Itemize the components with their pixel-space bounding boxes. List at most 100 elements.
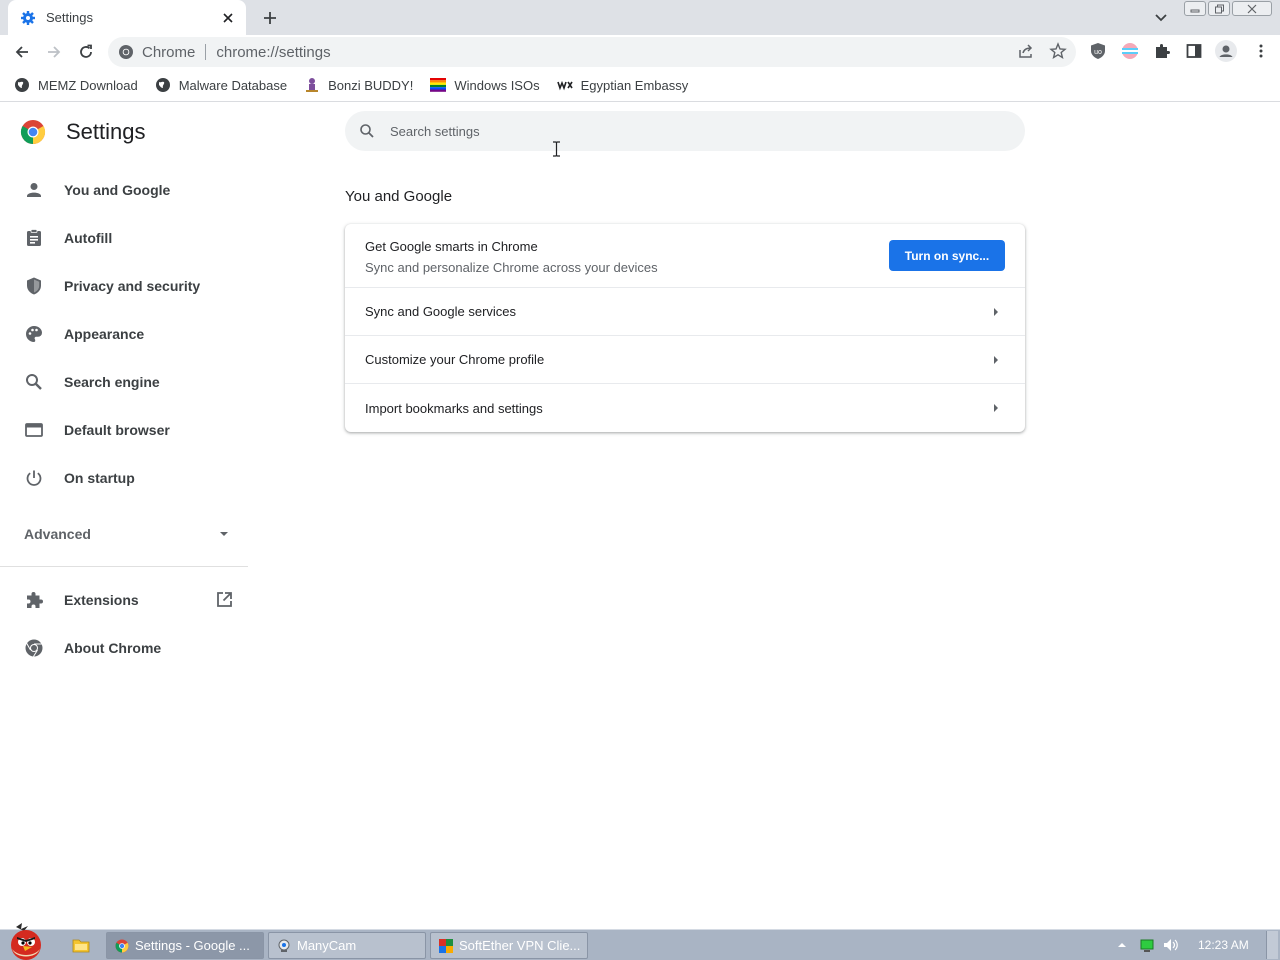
close-tab-icon[interactable]	[220, 10, 236, 26]
taskbar: Settings - Google ... ManyCam SoftEther …	[0, 923, 1280, 960]
bookmark-label: Windows ISOs	[454, 77, 540, 93]
taskbar-clock[interactable]: 12:23 AM	[1198, 938, 1249, 952]
sidebar-item-appearance[interactable]: Appearance	[0, 310, 250, 358]
tab-title: Settings	[46, 10, 93, 25]
side-panel-icon[interactable]	[1185, 42, 1203, 60]
omnibox-divider	[205, 44, 207, 60]
sidebar-item-label: Search engine	[64, 374, 160, 390]
sidebar-item-about-chrome[interactable]: About Chrome	[0, 624, 250, 672]
customize-profile-row[interactable]: Customize your Chrome profile	[345, 336, 1025, 384]
window-controls	[1184, 1, 1272, 17]
tab-settings[interactable]: Settings	[8, 0, 246, 35]
sidebar-item-search-engine[interactable]: Search engine	[0, 358, 250, 406]
sidebar-item-label: Privacy and security	[64, 278, 201, 294]
page-title: Settings	[66, 119, 146, 144]
back-arrow-icon[interactable]	[12, 42, 32, 62]
pride-extension-icon[interactable]	[1121, 42, 1139, 60]
search-icon	[24, 372, 44, 392]
row-label: Sync and Google services	[365, 304, 517, 319]
sidebar-item-label: Autofill	[64, 230, 113, 246]
sidebar-item-label: Default browser	[64, 422, 170, 438]
browser-window-icon	[24, 420, 44, 440]
arrow-right-icon	[993, 356, 999, 364]
sidebar-item-extensions[interactable]: Extensions	[0, 576, 250, 624]
share-icon[interactable]	[1017, 42, 1035, 60]
search-settings[interactable]	[345, 111, 1025, 151]
svg-text:uo: uo	[1094, 49, 1102, 56]
bookmark-item[interactable]: Malware Database	[155, 77, 287, 93]
bookmark-star-icon[interactable]	[1049, 42, 1067, 60]
row-label: Customize your Chrome profile	[365, 352, 545, 367]
text-cursor-icon	[552, 141, 561, 157]
sidebar-item-autofill[interactable]: Autofill	[0, 214, 250, 262]
globe-icon	[155, 77, 171, 93]
menu-kebab-icon[interactable]	[1252, 42, 1270, 60]
volume-icon[interactable]	[1162, 937, 1180, 953]
chrome-icon	[115, 939, 129, 953]
wix-logo-icon	[556, 77, 573, 93]
webcam-icon	[277, 939, 291, 953]
search-input[interactable]	[390, 123, 990, 139]
settings-sidebar: You and Google Autofill Privacy and secu…	[0, 166, 250, 672]
settings-page: Settings You and Google Autofill Priv	[0, 103, 1280, 929]
tab-strip: Settings	[0, 0, 1280, 35]
bookmark-item[interactable]: Egyptian Embassy	[556, 77, 689, 93]
bonzi-buddy-icon	[304, 77, 320, 93]
restore-button[interactable]	[1208, 1, 1230, 16]
tab-search-chevron-down-icon[interactable]	[1152, 9, 1170, 27]
bookmark-label: Egyptian Embassy	[580, 77, 689, 93]
sidebar-item-you-and-google[interactable]: You and Google	[0, 166, 250, 214]
minimize-button[interactable]	[1184, 1, 1206, 16]
taskbar-item-manycam[interactable]: ManyCam	[268, 932, 426, 959]
taskbar-item-label: ManyCam	[297, 938, 357, 953]
sidebar-item-label: Appearance	[64, 326, 145, 342]
close-window-button[interactable]	[1232, 1, 1272, 16]
start-button-angry-bird-icon[interactable]	[2, 921, 50, 960]
network-icon[interactable]	[1140, 937, 1154, 953]
taskbar-item-softether-vpn[interactable]: SoftEther VPN Clie...	[430, 932, 588, 959]
you-and-google-card: Get Google smarts in Chrome Sync and per…	[345, 224, 1025, 432]
puzzle-icon[interactable]	[1153, 42, 1171, 60]
turn-on-sync-button[interactable]: Turn on sync...	[889, 240, 1005, 271]
person-icon	[24, 180, 44, 200]
sidebar-item-on-startup[interactable]: On startup	[0, 454, 250, 502]
bookmark-item[interactable]: Windows ISOs	[430, 77, 540, 93]
url-text[interactable]: chrome://settings	[216, 44, 330, 61]
arrow-right-icon	[993, 404, 999, 412]
globe-icon	[14, 77, 30, 93]
folder-icon[interactable]	[72, 937, 90, 953]
shield-icon	[24, 276, 44, 296]
advanced-toggle[interactable]: Advanced	[0, 510, 250, 558]
bookmarks-bar: MEMZ Download Malware Database Bonzi BUD…	[0, 69, 1280, 102]
reload-icon[interactable]	[76, 42, 96, 62]
profile-avatar-icon[interactable]	[1215, 40, 1237, 62]
section-title: You and Google	[345, 188, 453, 205]
bookmark-label: MEMZ Download	[38, 77, 138, 93]
taskbar-item-label: Settings - Google ...	[135, 938, 250, 953]
sidebar-item-label: On startup	[64, 470, 135, 486]
bookmark-item[interactable]: Bonzi BUDDY!	[304, 77, 413, 93]
puzzle-icon	[24, 590, 44, 610]
sidebar-item-privacy-and-security[interactable]: Privacy and security	[0, 262, 250, 310]
sidebar-item-default-browser[interactable]: Default browser	[0, 406, 250, 454]
show-desktop-button[interactable]	[1266, 931, 1278, 959]
import-bookmarks-row[interactable]: Import bookmarks and settings	[345, 384, 1025, 432]
tray-expand-icon[interactable]	[1117, 937, 1127, 953]
open-in-new-icon[interactable]	[214, 590, 234, 610]
bookmark-label: Malware Database	[178, 77, 288, 93]
ublock-origin-icon[interactable]: uo	[1089, 42, 1107, 60]
bookmark-item[interactable]: MEMZ Download	[14, 77, 138, 93]
sidebar-item-label: Extensions	[64, 592, 139, 608]
forward-arrow-icon[interactable]	[44, 42, 64, 62]
settings-header: Settings	[20, 119, 146, 145]
taskbar-item-chrome[interactable]: Settings - Google ...	[106, 932, 264, 959]
sidebar-divider	[0, 566, 248, 567]
sync-and-google-services-row[interactable]: Sync and Google services	[345, 288, 1025, 336]
gear-icon	[20, 10, 36, 26]
new-tab-button[interactable]	[260, 8, 280, 28]
row-label: Import bookmarks and settings	[365, 400, 543, 416]
taskbar-item-label: SoftEther VPN Clie...	[459, 938, 581, 953]
chrome-icon	[118, 44, 134, 60]
search-icon	[359, 123, 375, 139]
address-bar[interactable]: Chrome chrome://settings	[108, 37, 1076, 67]
